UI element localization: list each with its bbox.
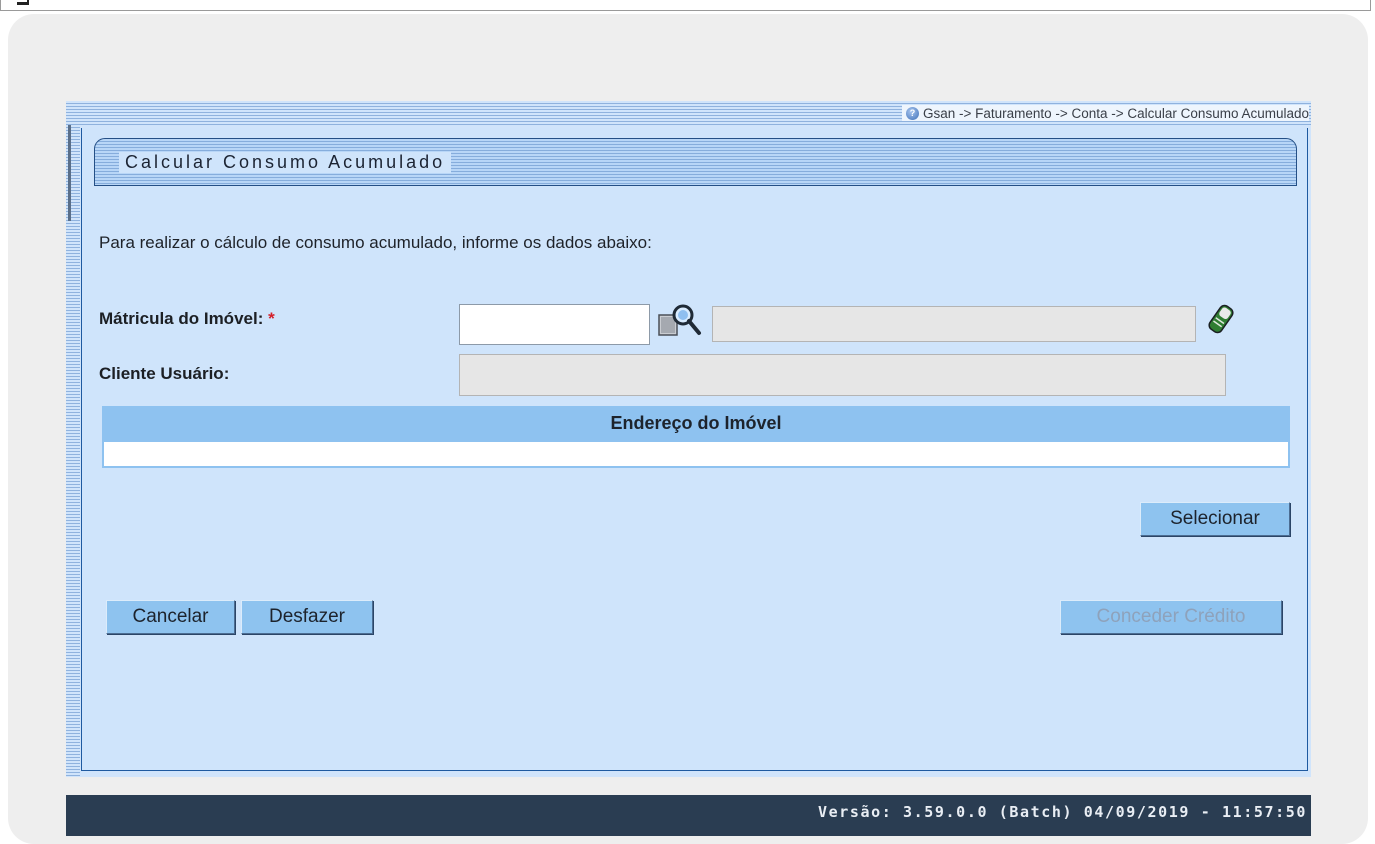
required-mark: * <box>268 309 275 328</box>
desfazer-button[interactable]: Desfazer <box>241 600 373 634</box>
top-strip <box>0 0 1371 11</box>
matricula-label-text: Mátricula do Imóvel: <box>99 309 264 328</box>
cancelar-button[interactable]: Cancelar <box>106 600 235 634</box>
conceder-credito-button: Conceder Crédito <box>1060 600 1282 634</box>
selecionar-button[interactable]: Selecionar <box>1140 502 1290 536</box>
breadcrumb-text[interactable]: Gsan -> Faturamento -> Conta -> Calcular… <box>923 106 1309 121</box>
eraser-icon[interactable] <box>1206 303 1236 335</box>
address-table-row <box>102 440 1290 468</box>
top-strip-fragment <box>17 0 29 5</box>
version-text: Versão: 3.59.0.0 (Batch) 04/09/2019 - 11… <box>817 803 1307 821</box>
matricula-description-field <box>712 306 1196 342</box>
left-accent-line <box>68 125 71 221</box>
search-icon[interactable] <box>657 303 709 339</box>
matricula-input[interactable] <box>459 304 650 345</box>
matricula-label: Mátricula do Imóvel: * <box>99 309 275 329</box>
footer-bar: Versão: 3.59.0.0 (Batch) 04/09/2019 - 11… <box>66 795 1311 836</box>
cliente-label: Cliente Usuário: <box>99 364 230 383</box>
cliente-field <box>459 354 1226 396</box>
address-table-header: Endereço do Imóvel <box>102 406 1290 440</box>
breadcrumb: ? Gsan -> Faturamento -> Conta -> Calcul… <box>901 105 1309 121</box>
page-title: Calcular Consumo Acumulado <box>119 152 452 173</box>
title-bar: Calcular Consumo Acumulado <box>94 138 1297 186</box>
help-icon[interactable]: ? <box>905 106 919 120</box>
main-content: Calcular Consumo Acumulado Para realizar… <box>81 128 1308 771</box>
instructions-text: Para realizar o cálculo de consumo acumu… <box>99 233 652 252</box>
